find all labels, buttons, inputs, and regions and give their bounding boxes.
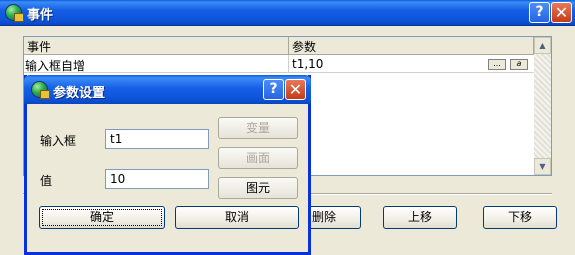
browse-button[interactable]: ... bbox=[488, 59, 506, 70]
row-divider bbox=[24, 72, 534, 73]
cell-divider bbox=[288, 55, 289, 73]
dialog-app-icon bbox=[31, 81, 50, 99]
params-dialog: 参数设置 ? ✕ 输入框 值 变量 画面 图元 确定 取消 bbox=[24, 75, 311, 255]
help-button[interactable]: ? bbox=[529, 2, 550, 23]
dialog-title: 参数设置 bbox=[53, 86, 106, 101]
window-title: 事件 bbox=[27, 8, 54, 23]
ok-button[interactable]: 确定 bbox=[39, 206, 165, 229]
close-button[interactable]: ✕ bbox=[551, 2, 572, 23]
input-box-label: 输入框 bbox=[40, 134, 77, 148]
app-icon bbox=[5, 4, 24, 22]
dialog-help-button[interactable]: ? bbox=[263, 79, 284, 100]
title-bar: 事件 ? ✕ bbox=[0, 0, 575, 26]
element-button[interactable]: 图元 bbox=[218, 177, 298, 199]
variable-button[interactable]: 变量 bbox=[218, 117, 298, 139]
cancel-button[interactable]: 取消 bbox=[175, 206, 299, 229]
dialog-title-bar: 参数设置 ? ✕ bbox=[24, 75, 311, 104]
column-header-event[interactable]: 事件 bbox=[24, 37, 289, 55]
scroll-down-icon[interactable]: ▼ bbox=[534, 158, 551, 175]
move-up-button[interactable]: 上移 bbox=[383, 206, 457, 229]
scroll-up-icon[interactable]: ▲ bbox=[534, 37, 551, 54]
input-box-field[interactable] bbox=[105, 129, 209, 149]
column-header-params[interactable]: 参数 bbox=[289, 37, 534, 55]
value-field[interactable] bbox=[105, 169, 209, 189]
edit-text-button[interactable]: a bbox=[510, 59, 528, 70]
table-cell-params[interactable]: t1,10 bbox=[292, 57, 323, 71]
move-down-button[interactable]: 下移 bbox=[483, 206, 557, 229]
value-label: 值 bbox=[40, 174, 53, 188]
screen-button[interactable]: 画面 bbox=[218, 147, 298, 169]
dialog-close-button[interactable]: ✕ bbox=[285, 79, 306, 100]
vertical-scrollbar[interactable]: ▲ ▼ bbox=[534, 37, 551, 175]
